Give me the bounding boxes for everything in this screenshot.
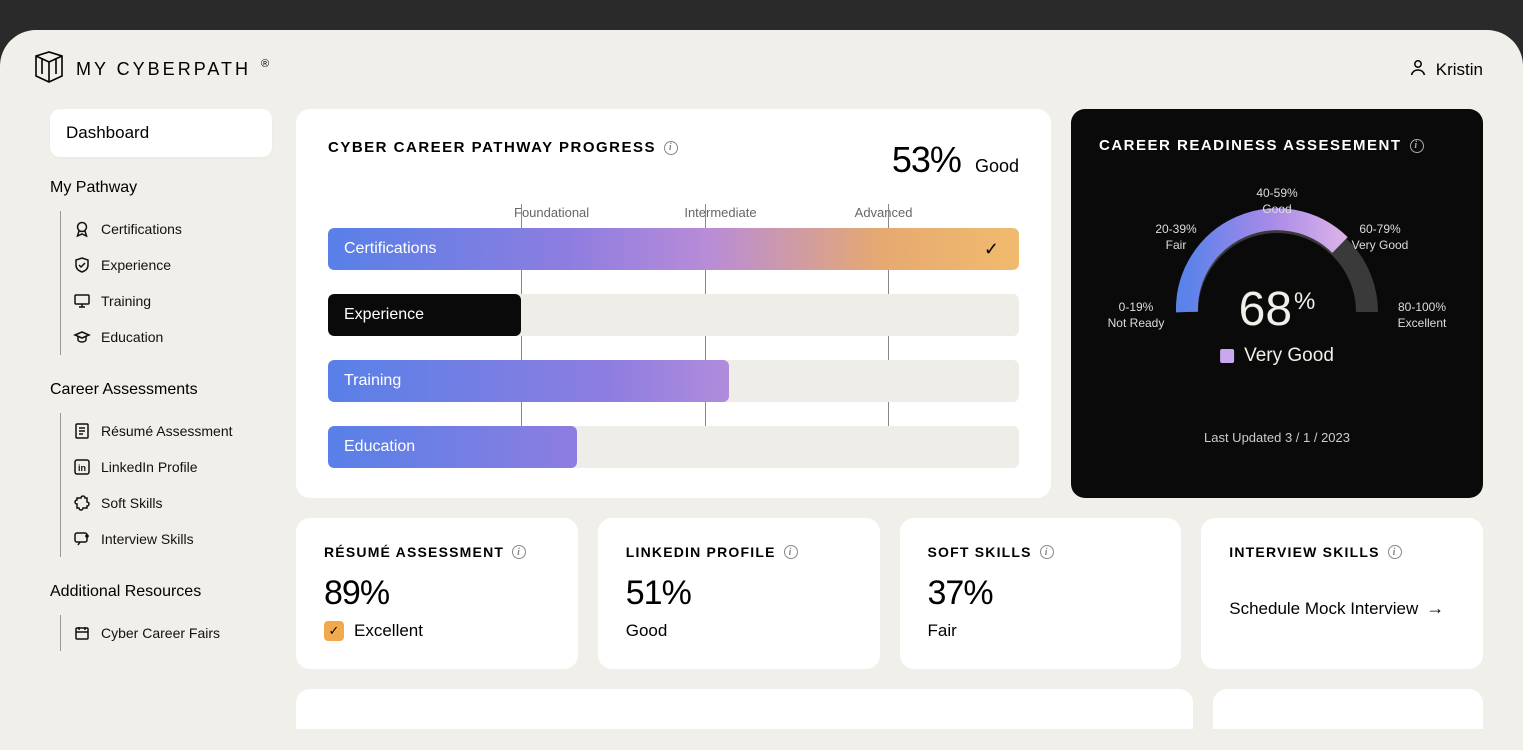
pathway-title: CYBER CAREER PATHWAY PROGRESS i: [328, 139, 678, 156]
user-menu[interactable]: Kristin: [1408, 57, 1483, 82]
calendar-icon: [73, 624, 91, 642]
bar-label: Experience: [344, 306, 424, 324]
bar-label: Training: [344, 372, 401, 390]
gauge-rating: Very Good: [1220, 345, 1334, 367]
header: MY CYBERPATH ® Kristin: [0, 30, 1523, 99]
bar-fill: Training: [328, 360, 729, 402]
check-icon: ✓: [984, 239, 999, 260]
shield-icon: [73, 256, 91, 274]
user-name: Kristin: [1436, 60, 1483, 80]
document-icon: [73, 422, 91, 440]
svg-text:in: in: [78, 463, 86, 473]
last-updated: Last Updated 3 / 1 / 2023: [1099, 430, 1455, 445]
progress-bar-education: Education: [328, 426, 1019, 468]
info-icon[interactable]: i: [1410, 139, 1424, 153]
progress-bar-training: Training: [328, 360, 1019, 402]
user-icon: [1408, 57, 1428, 82]
arrow-right-icon: →: [1426, 598, 1444, 619]
nav-section-assessments: Career Assessments Résumé Assessment in …: [50, 381, 272, 557]
readiness-title: CAREER READINESS ASSESEMENT i: [1099, 137, 1455, 154]
logo-icon: [32, 50, 66, 89]
progress-bar-experience: Experience: [328, 294, 1019, 336]
gauge-percent: 68%: [1220, 282, 1334, 337]
progress-bar-certifications: Certifications ✓: [328, 228, 1019, 270]
info-icon[interactable]: i: [784, 545, 798, 559]
rating-swatch: [1220, 349, 1234, 363]
nav-section-pathway: My Pathway Certifications Experience Tra…: [50, 179, 272, 355]
nav-section-resources: Additional Resources Cyber Career Fairs: [50, 583, 272, 651]
nav-item-certifications[interactable]: Certifications: [73, 211, 272, 247]
placeholder-card: [1213, 689, 1483, 729]
nav-dashboard[interactable]: Dashboard: [50, 109, 272, 157]
bar-fill: Education: [328, 426, 577, 468]
placeholder-card: [296, 689, 1193, 729]
nav-item-experience[interactable]: Experience: [73, 247, 272, 283]
nav-item-education[interactable]: Education: [73, 319, 272, 355]
softskills-card[interactable]: SOFT SKILLSi 37% Fair: [900, 518, 1182, 669]
ribbon-icon: [73, 220, 91, 238]
nav-item-careerfairs[interactable]: Cyber Career Fairs: [73, 615, 272, 651]
nav-item-training[interactable]: Training: [73, 283, 272, 319]
resume-card[interactable]: RÉSUMÉ ASSESSMENTi 89% ✓ Excellent: [296, 518, 578, 669]
bar-fill: Certifications ✓: [328, 228, 1019, 270]
readiness-card: CAREER READINESS ASSESEMENT i: [1071, 109, 1483, 498]
bar-label: Education: [344, 438, 415, 456]
linkedin-icon: in: [73, 458, 91, 476]
info-icon[interactable]: i: [1040, 545, 1054, 559]
level-labels: Foundational Intermediate Advanced: [328, 205, 1019, 220]
brand-logo: MY CYBERPATH ®: [32, 50, 269, 89]
brand-name: MY CYBERPATH: [76, 59, 251, 80]
info-icon[interactable]: i: [512, 545, 526, 559]
info-icon[interactable]: i: [1388, 545, 1402, 559]
schedule-interview-link[interactable]: Schedule Mock Interview →: [1229, 598, 1455, 619]
chat-icon: [73, 530, 91, 548]
pathway-score: 53% Good: [892, 139, 1019, 181]
nav-item-resume[interactable]: Résumé Assessment: [73, 413, 272, 449]
nav-section-title: My Pathway: [50, 179, 272, 197]
puzzle-icon: [73, 494, 91, 512]
sidebar: Dashboard My Pathway Certifications Expe…: [50, 109, 272, 729]
info-icon[interactable]: i: [664, 141, 678, 155]
interview-card[interactable]: INTERVIEW SKILLSi Schedule Mock Intervie…: [1201, 518, 1483, 669]
nav-item-interview[interactable]: Interview Skills: [73, 521, 272, 557]
nav-item-linkedin[interactable]: in LinkedIn Profile: [73, 449, 272, 485]
check-badge-icon: ✓: [324, 621, 344, 641]
pathway-progress-card: CYBER CAREER PATHWAY PROGRESS i 53% Good…: [296, 109, 1051, 498]
monitor-icon: [73, 292, 91, 310]
nav-item-softskills[interactable]: Soft Skills: [73, 485, 272, 521]
gradcap-icon: [73, 328, 91, 346]
main-content: CYBER CAREER PATHWAY PROGRESS i 53% Good…: [296, 109, 1483, 729]
bar-label: Certifications: [344, 240, 436, 258]
linkedin-card[interactable]: LINKEDIN PROFILEi 51% Good: [598, 518, 880, 669]
registered-mark: ®: [261, 58, 269, 70]
bar-fill: Experience: [328, 294, 521, 336]
